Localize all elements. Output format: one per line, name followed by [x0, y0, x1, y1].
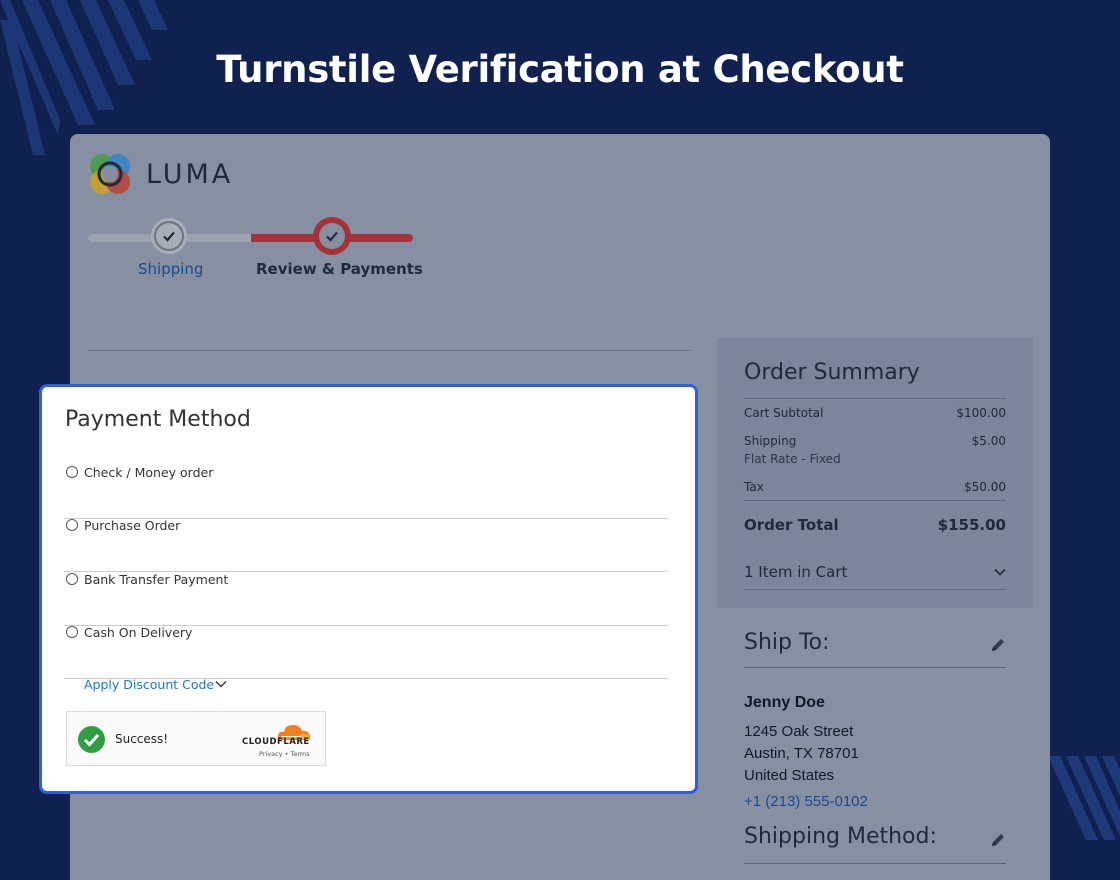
- chevron-down-icon[interactable]: [214, 677, 228, 691]
- divider: [88, 350, 691, 351]
- payment-option-cash-on-delivery[interactable]: Cash On Delivery: [64, 625, 668, 679]
- ship-to-title: Ship To:: [744, 630, 830, 655]
- payment-method-card: Payment Method Check / Money order Purch…: [39, 384, 698, 794]
- payment-option-bank-transfer[interactable]: Bank Transfer Payment: [64, 572, 668, 626]
- check-icon: [326, 231, 338, 242]
- turnstile-status-text: Success!: [115, 732, 169, 746]
- progress-step-review: [313, 217, 351, 255]
- divider: [744, 589, 1006, 590]
- ship-to-street: 1245 Oak Street: [744, 723, 854, 740]
- divider: [744, 398, 1006, 399]
- summary-row-shipping: Shipping $5.00: [744, 434, 1006, 448]
- order-total-label: Order Total: [744, 516, 839, 534]
- ship-to-phone-link[interactable]: +1 (213) 555-0102: [744, 793, 868, 810]
- radio-button[interactable]: [66, 573, 78, 585]
- divider: [744, 863, 1006, 864]
- summary-row-tax: Tax $50.00: [744, 480, 1006, 494]
- order-summary: Order Summary Cart Subtotal $100.00 Ship…: [717, 338, 1033, 608]
- radio-button[interactable]: [66, 626, 78, 638]
- summary-row-total: Order Total $155.00: [744, 516, 1006, 534]
- payment-method-title: Payment Method: [65, 407, 251, 432]
- pencil-icon[interactable]: [990, 637, 1006, 653]
- payment-option-label[interactable]: Check / Money order: [84, 465, 213, 480]
- ship-to-country: United States: [744, 767, 835, 784]
- divider: [744, 500, 1006, 501]
- radio-button[interactable]: [66, 519, 78, 531]
- shipping-method-title: Shipping Method:: [744, 824, 937, 849]
- summary-row-subtotal: Cart Subtotal $100.00: [744, 406, 1006, 420]
- turnstile-widget[interactable]: Success! CLOUDFLARE Privacy • Terms: [66, 711, 326, 766]
- shipping-value: $5.00: [971, 434, 1006, 448]
- progress-label-review: Review & Payments: [256, 260, 423, 278]
- subtotal-label: Cart Subtotal: [744, 406, 824, 420]
- shipping-method-label: Flat Rate - Fixed: [744, 452, 841, 466]
- ship-to-city: Austin, TX 78701: [744, 745, 859, 762]
- progress-step-shipping[interactable]: [151, 218, 187, 254]
- pencil-icon[interactable]: [990, 832, 1006, 848]
- tax-value: $50.00: [964, 480, 1006, 494]
- ship-to-name: Jenny Doe: [744, 694, 825, 711]
- payment-option-label[interactable]: Bank Transfer Payment: [84, 572, 228, 587]
- tax-label: Tax: [744, 480, 764, 494]
- checkout-progress-track: [88, 234, 413, 242]
- turnstile-privacy-terms-links[interactable]: Privacy • Terms: [259, 750, 310, 758]
- items-in-cart-toggle[interactable]: 1 Item in Cart: [744, 563, 1006, 581]
- apply-discount-code-link[interactable]: Apply Discount Code: [84, 677, 214, 692]
- check-icon: [163, 231, 175, 242]
- order-total-value: $155.00: [937, 516, 1006, 534]
- payment-option-purchase-order[interactable]: Purchase Order: [64, 518, 668, 572]
- progress-label-shipping[interactable]: Shipping: [138, 260, 203, 278]
- store-logo-text[interactable]: LUMA: [146, 159, 233, 190]
- success-check-icon: [78, 726, 105, 753]
- order-summary-title: Order Summary: [744, 360, 920, 385]
- subtotal-value: $100.00: [956, 406, 1006, 420]
- payment-option-label[interactable]: Cash On Delivery: [84, 625, 192, 640]
- shipping-label: Shipping: [744, 434, 797, 448]
- page-headline: Turnstile Verification at Checkout: [216, 48, 904, 91]
- items-in-cart-label: 1 Item in Cart: [744, 563, 848, 581]
- luma-logo-icon[interactable]: [88, 152, 134, 198]
- cloudflare-brand-text: CLOUDFLARE: [242, 737, 310, 747]
- chevron-down-icon: [994, 568, 1006, 576]
- divider: [744, 667, 1006, 668]
- radio-button[interactable]: [66, 466, 78, 478]
- payment-option-check[interactable]: Check / Money order: [64, 465, 668, 519]
- decorative-stripes-bottom-right: [1048, 756, 1120, 840]
- payment-option-label[interactable]: Purchase Order: [84, 518, 180, 533]
